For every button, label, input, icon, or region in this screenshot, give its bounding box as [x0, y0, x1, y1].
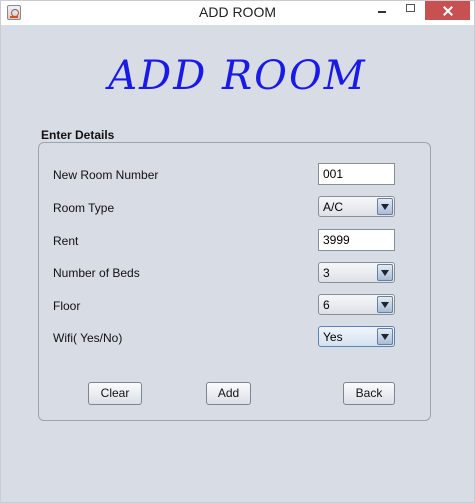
room-type-select[interactable]: A/C [318, 196, 395, 217]
chevron-down-icon[interactable] [377, 264, 393, 281]
panel-title: Enter Details [41, 128, 115, 142]
chevron-down-icon[interactable] [377, 198, 393, 215]
room-number-label: New Room Number [53, 168, 159, 182]
page-heading: ADD ROOM [108, 53, 367, 99]
rent-label: Rent [53, 234, 79, 248]
wifi-select[interactable]: Yes [318, 326, 395, 347]
chevron-down-icon[interactable] [377, 328, 393, 345]
floor-label: Floor [53, 299, 81, 313]
floor-select[interactable]: 6 [318, 294, 395, 315]
beds-select[interactable]: 3 [318, 262, 395, 283]
room-number-input[interactable] [318, 163, 395, 185]
add-room-window: ADD ROOM ADD ROOM Enter Details New Room… [0, 0, 475, 503]
wifi-label: Wifi( Yes/No) [53, 331, 123, 345]
maximize-icon[interactable] [399, 1, 423, 20]
clear-button[interactable]: Clear [88, 382, 142, 405]
rent-input[interactable] [318, 229, 395, 251]
beds-label: Number of Beds [53, 266, 140, 280]
close-icon[interactable] [425, 1, 470, 20]
minimize-icon[interactable] [370, 1, 394, 20]
title-bar: ADD ROOM [1, 1, 474, 25]
wifi-value: Yes [323, 330, 343, 344]
room-type-label: Room Type [53, 201, 115, 215]
floor-value: 6 [323, 298, 330, 312]
chevron-down-icon[interactable] [377, 296, 393, 313]
back-button[interactable]: Back [343, 382, 395, 405]
room-type-value: A/C [323, 200, 344, 214]
beds-value: 3 [323, 266, 330, 280]
add-button[interactable]: Add [206, 382, 251, 405]
